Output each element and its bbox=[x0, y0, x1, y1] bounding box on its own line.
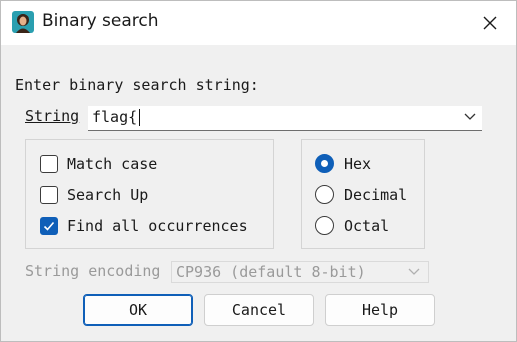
help-button[interactable]: Help bbox=[325, 294, 435, 326]
octal-label[interactable]: Octal bbox=[344, 217, 389, 235]
match-case-checkbox[interactable] bbox=[40, 155, 58, 173]
hex-radio[interactable] bbox=[315, 154, 334, 173]
window-title: Binary search bbox=[42, 11, 159, 31]
encoding-value: CP936 (default 8-bit) bbox=[176, 263, 366, 281]
hex-label[interactable]: Hex bbox=[344, 155, 371, 173]
ida-app-icon bbox=[12, 11, 34, 33]
string-label: String bbox=[25, 107, 80, 125]
ok-button[interactable]: OK bbox=[83, 294, 193, 326]
find-all-checkbox[interactable] bbox=[40, 217, 58, 235]
decimal-radio[interactable] bbox=[315, 185, 334, 204]
decimal-label[interactable]: Decimal bbox=[344, 186, 407, 204]
chevron-down-icon[interactable] bbox=[464, 113, 476, 121]
match-case-label[interactable]: Match case bbox=[67, 155, 157, 173]
search-up-label[interactable]: Search Up bbox=[67, 186, 148, 204]
encoding-label: String encoding bbox=[25, 262, 161, 280]
ok-button-label: OK bbox=[128, 301, 148, 319]
title-bar: Binary search bbox=[0, 0, 517, 45]
octal-radio[interactable] bbox=[315, 216, 334, 235]
close-icon bbox=[483, 16, 497, 30]
cancel-button[interactable]: Cancel bbox=[204, 294, 314, 326]
help-button-label: Help bbox=[361, 301, 399, 319]
cancel-button-label: Cancel bbox=[231, 301, 287, 319]
chevron-down-icon bbox=[408, 268, 420, 275]
close-button[interactable] bbox=[474, 7, 506, 39]
find-all-label[interactable]: Find all occurrences bbox=[67, 217, 248, 235]
prompt-label: Enter binary search string: bbox=[15, 76, 259, 94]
string-input[interactable]: flag{ bbox=[88, 106, 482, 131]
search-up-checkbox[interactable] bbox=[40, 186, 58, 204]
string-input-value: flag{ bbox=[92, 108, 138, 126]
text-cursor bbox=[139, 109, 140, 126]
checkmark-icon bbox=[43, 221, 55, 231]
encoding-select[interactable]: CP936 (default 8-bit) bbox=[171, 261, 429, 283]
